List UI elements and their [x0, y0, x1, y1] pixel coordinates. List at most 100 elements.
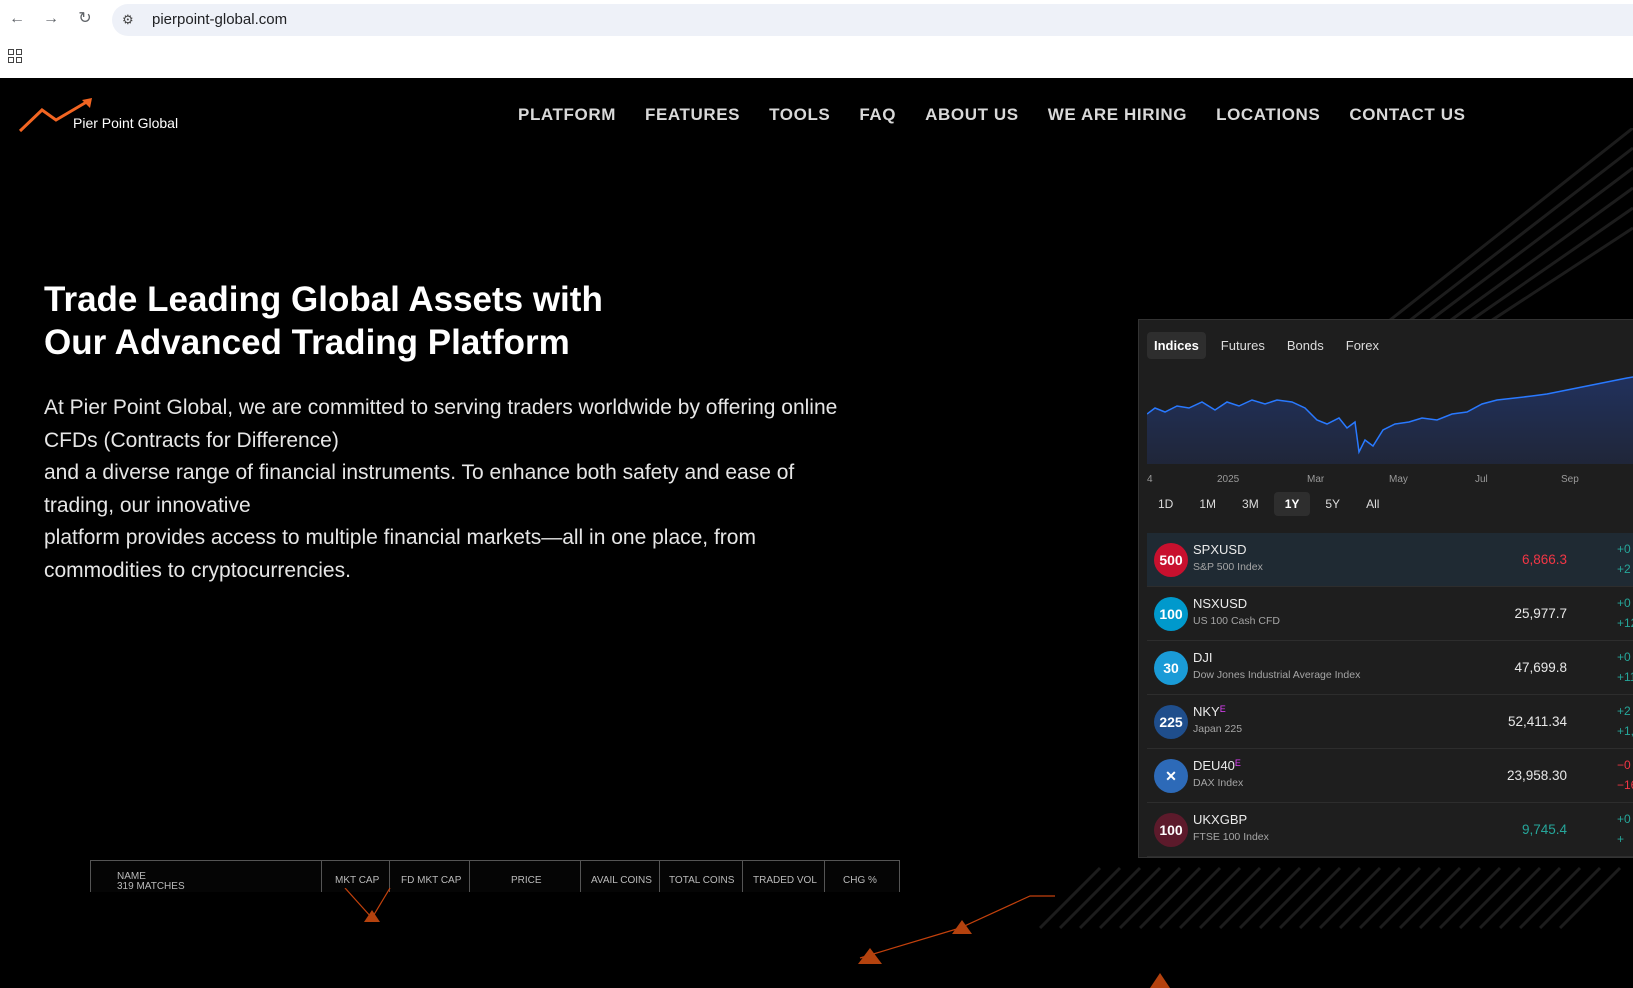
forward-icon[interactable]: → — [40, 8, 62, 30]
axis-label: Sep — [1561, 474, 1579, 485]
symbol-price: 23,958.30 — [1506, 768, 1567, 783]
realtime-marker: E — [1219, 704, 1226, 714]
network-decoration — [344, 888, 1170, 988]
th-mkt-cap[interactable]: MKT CAP — [335, 875, 379, 886]
page: Pier Point Global PLATFORM FEATURES TOOL… — [0, 78, 1633, 988]
symbol-change: +0 — [1617, 596, 1631, 610]
range-all[interactable]: All — [1355, 492, 1390, 516]
symbol-row[interactable]: 30 DJI Dow Jones Industrial Average Inde… — [1147, 641, 1633, 695]
range-5y[interactable]: 5Y — [1314, 492, 1351, 516]
symbol-ticker: DJI — [1193, 650, 1213, 665]
symbol-ticker: SPXUSD — [1193, 542, 1247, 557]
symbol-price: 52,411.34 — [1507, 714, 1567, 729]
nav-about-us[interactable]: ABOUT US — [925, 105, 1019, 125]
symbol-badge: 100 — [1154, 813, 1188, 847]
index-price-chart[interactable]: 4 2025 Mar May Jul Sep — [1147, 372, 1633, 487]
th-total-coins[interactable]: TOTAL COINS — [669, 875, 734, 886]
realtime-marker: E — [1234, 758, 1241, 768]
range-1y[interactable]: 1Y — [1273, 492, 1311, 516]
nav-contact-us[interactable]: CONTACT US — [1349, 105, 1465, 125]
symbol-description: DAX Index — [1193, 777, 1244, 789]
symbol-change: +2 — [1617, 704, 1631, 718]
symbol-ticker: NKYE — [1193, 704, 1226, 719]
symbol-row[interactable]: 225 NKYE Japan 225 52,411.34 +2 +1,08 — [1147, 695, 1633, 749]
browser-chrome: ← → ↻ ⚙ pierpoint-global.com — [0, 0, 1633, 78]
symbol-row[interactable]: 500 SPXUSD S&P 500 Index 6,866.3 +0 +2 — [1147, 533, 1633, 587]
th-chg-pct[interactable]: CHG % — [843, 875, 877, 886]
nav-tools[interactable]: TOOLS — [769, 105, 830, 125]
nav-platform[interactable]: PLATFORM — [518, 105, 616, 125]
symbol-change: +0 — [1617, 542, 1631, 556]
site-info-icon[interactable]: ⚙ — [122, 12, 138, 28]
symbol-change-percent: +2 — [1617, 562, 1631, 576]
tab-forex[interactable]: Forex — [1339, 332, 1386, 359]
symbol-badge: 30 — [1154, 651, 1188, 685]
symbol-change: −0 — [1617, 758, 1631, 772]
hero-line: platform provides access to multiple fin… — [44, 526, 756, 549]
chart-area-fill — [1147, 377, 1633, 464]
symbol-description: Dow Jones Industrial Average Index — [1193, 669, 1361, 681]
symbol-price: 25,977.7 — [1514, 606, 1567, 621]
market-tabs: Indices Futures Bonds Forex — [1147, 332, 1394, 359]
symbol-row[interactable]: ✕ DEU40E DAX Index 23,958.30 −0 −16 — [1147, 749, 1633, 803]
nav-we-are-hiring[interactable]: WE ARE HIRING — [1048, 105, 1187, 125]
symbol-badge: ✕ — [1154, 759, 1188, 793]
symbol-change: +0 — [1617, 812, 1631, 826]
reload-icon[interactable]: ↻ — [74, 8, 96, 30]
hero-title-line1: Trade Leading Global Assets with — [44, 280, 603, 319]
symbol-price: 6,866.3 — [1521, 552, 1567, 567]
symbol-change: +0 — [1617, 650, 1631, 664]
th-fd-mkt-cap[interactable]: FD MKT CAP — [401, 875, 461, 886]
symbol-price: 9,745.4 — [1521, 822, 1567, 837]
hero-line: commodities to cryptocurrencies. — [44, 558, 351, 582]
hero-line: CFDs (Contracts for Difference) — [44, 428, 339, 452]
market-overview-widget: Indices Futures Bonds Forex 4 2025 Mar M… — [1138, 319, 1633, 858]
axis-label: Mar — [1307, 474, 1325, 485]
symbol-description: US 100 Cash CFD — [1193, 615, 1280, 627]
hero-title: Trade Leading Global Assets with Our Adv… — [44, 278, 744, 364]
hero-line: At Pier Point Global, we are committed t… — [44, 396, 838, 419]
range-selector: 1D 1M 3M 1Y 5Y All — [1147, 492, 1394, 516]
symbol-description: FTSE 100 Index — [1193, 831, 1269, 843]
apps-grid-icon[interactable] — [8, 49, 22, 63]
th-traded-vol[interactable]: TRADED VOL — [753, 875, 817, 886]
symbol-change-percent: +1,08 — [1617, 724, 1633, 738]
tab-futures[interactable]: Futures — [1214, 332, 1272, 359]
symbol-ticker: DEU40E — [1193, 758, 1241, 773]
back-icon[interactable]: ← — [6, 8, 28, 30]
th-avail-coins[interactable]: AVAIL COINS — [591, 875, 652, 886]
site-logo[interactable]: Pier Point Global — [18, 98, 188, 138]
symbol-ticker: NSXUSD — [1193, 596, 1248, 611]
symbol-ticker: UKXGBP — [1193, 812, 1248, 827]
range-3m[interactable]: 3M — [1231, 492, 1270, 516]
nav-features[interactable]: FEATURES — [645, 105, 740, 125]
hero-line: trading, our innovative — [44, 493, 251, 517]
axis-label: Jul — [1475, 474, 1488, 485]
th-price[interactable]: PRICE — [511, 875, 542, 886]
symbol-price: 47,699.8 — [1514, 660, 1567, 675]
logo-text: Pier Point Global — [73, 115, 179, 131]
range-1d[interactable]: 1D — [1147, 492, 1184, 516]
hero-line: and a diverse range of financial instrum… — [44, 461, 795, 484]
url-text[interactable]: pierpoint-global.com — [152, 11, 287, 28]
axis-label: May — [1389, 474, 1408, 485]
address-bar[interactable]: ⚙ pierpoint-global.com — [112, 4, 1633, 36]
symbol-description: Japan 225 — [1193, 723, 1243, 735]
tab-indices[interactable]: Indices — [1147, 332, 1206, 359]
nav-faq[interactable]: FAQ — [859, 105, 896, 125]
axis-label: 4 — [1147, 474, 1153, 485]
symbol-change-percent: −16 — [1617, 778, 1633, 792]
symbol-change-percent: +11 — [1617, 670, 1633, 684]
nav-locations[interactable]: LOCATIONS — [1216, 105, 1320, 125]
hero-title-line2: Our Advanced Trading Platform — [44, 323, 570, 362]
symbol-change-percent: + — [1617, 832, 1625, 846]
tab-bonds[interactable]: Bonds — [1280, 332, 1331, 359]
range-1m[interactable]: 1M — [1188, 492, 1227, 516]
symbol-badge: 100 — [1154, 597, 1188, 631]
symbol-change-percent: +12 — [1617, 616, 1633, 630]
symbol-row[interactable]: 100 NSXUSD US 100 Cash CFD 25,977.7 +0 +… — [1147, 587, 1633, 641]
symbol-row[interactable]: 100 UKXGBP FTSE 100 Index 9,745.4 +0 + — [1147, 803, 1633, 857]
symbol-description: S&P 500 Index — [1193, 561, 1263, 573]
symbol-badge: 500 — [1154, 543, 1188, 577]
main-nav: PLATFORM FEATURES TOOLS FAQ ABOUT US WE … — [518, 105, 1495, 125]
